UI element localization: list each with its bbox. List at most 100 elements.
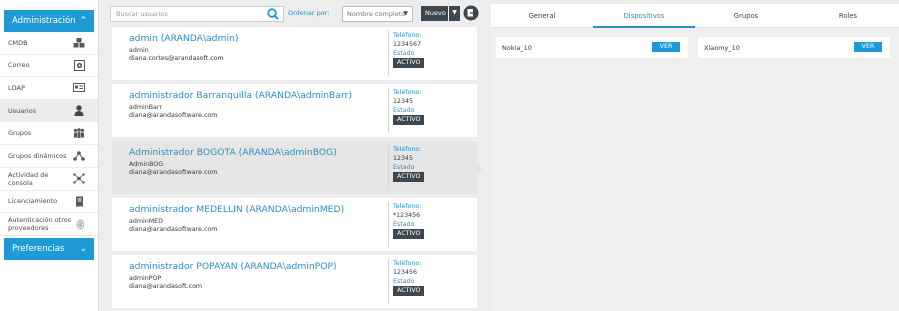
preferences-section-label: Preferencias	[12, 244, 65, 255]
user-card[interactable]: administrador Barranquilla (ARANDA\admin…	[112, 84, 477, 137]
sidebar-item-licenciamiento[interactable]: Licenciamiento	[0, 191, 98, 214]
user-icon	[73, 105, 85, 117]
sidebar-item-ldap[interactable]: LDAP	[0, 77, 98, 100]
chevron-down-icon: ⌄	[79, 243, 87, 254]
order-by-label: Ordenar por:	[288, 9, 330, 17]
user-email: diana@arandasoft.com	[129, 283, 203, 290]
status-badge: ACTIVO	[393, 58, 425, 68]
status-label: Estado	[393, 221, 415, 228]
divider	[388, 259, 389, 304]
device-name: Xiaomy_10	[704, 44, 740, 52]
admin-section-header[interactable]: Administración ⌃	[4, 10, 94, 32]
new-dropdown-toggle[interactable]: ▼	[449, 6, 460, 21]
phone-value: 123456	[393, 269, 418, 276]
view-device-button[interactable]: VER	[652, 42, 680, 52]
list-toolbar: Buscar usuarios Ordenar por: Nombre comp…	[110, 4, 490, 24]
sidebar-item-label: Grupos dinámicos	[8, 151, 67, 160]
phone-label: Teléfono:	[393, 260, 422, 267]
admin-section-label: Administración	[12, 16, 76, 26]
detail-tabs: General Dispositivos Grupos Roles	[491, 4, 899, 28]
ldap-card-icon	[73, 82, 85, 94]
user-list: admin (ARANDA\admin) admin diana.cortes@…	[112, 27, 477, 311]
cubes-icon	[73, 37, 85, 49]
sidebar-item-grupos-dinamicos[interactable]: Grupos dinámicos	[0, 145, 98, 168]
view-device-button[interactable]: VER	[854, 42, 882, 52]
device-card: Xiaomy_10 VER	[698, 37, 890, 58]
phone-value: *123456	[393, 212, 421, 219]
user-email: diana.cortes@arandasoft.com	[129, 55, 224, 62]
selection-pointer	[477, 164, 482, 174]
phone-value: 12345	[393, 98, 414, 105]
device-name: Nokia_10	[502, 44, 532, 52]
tab-general[interactable]: General	[491, 4, 593, 28]
group-icon	[73, 127, 85, 139]
tab-roles[interactable]: Roles	[797, 4, 899, 28]
new-button[interactable]: Nuevo	[421, 6, 448, 21]
user-login: adminMED	[129, 218, 163, 225]
tab-dispositivos[interactable]: Dispositivos	[593, 4, 695, 28]
user-name[interactable]: admin (ARANDA\admin)	[129, 33, 238, 44]
sidebar-item-autenticacion[interactable]: Autenticación otros proveedores	[0, 213, 98, 237]
console-activity-icon	[73, 173, 85, 185]
user-name[interactable]: administrador Barranquilla (ARANDA\admin…	[129, 90, 352, 101]
user-name[interactable]: administrador POPAYAN (ARANDA\adminPOP)	[129, 261, 337, 272]
sidebar-item-label: Licenciamiento	[8, 197, 58, 206]
export-icon[interactable]	[463, 5, 479, 21]
sidebar-item-usuarios[interactable]: Usuarios	[0, 99, 98, 123]
preferences-section-header[interactable]: Preferencias ⌄	[4, 238, 94, 261]
status-label: Estado	[393, 278, 415, 285]
status-label: Estado	[393, 164, 415, 171]
phone-label: Teléfono:	[393, 146, 422, 153]
divider	[388, 88, 389, 133]
user-email: diana@arandasoftware.com	[129, 226, 218, 233]
search-icon[interactable]	[267, 8, 281, 22]
sidebar: Administración ⌃ CMDB Correo LDAP Usuari…	[0, 0, 99, 311]
user-card[interactable]: administrador POPAYAN (ARANDA\adminPOP) …	[112, 255, 477, 308]
divider	[388, 31, 389, 76]
search-input[interactable]: Buscar usuarios	[110, 6, 284, 22]
caret-down-icon: ▼	[403, 10, 408, 17]
sidebar-item-label: Usuarios	[8, 106, 37, 115]
divider	[388, 145, 389, 190]
status-badge: ACTIVO	[393, 229, 425, 239]
tab-grupos[interactable]: Grupos	[695, 4, 797, 28]
status-badge: ACTIVO	[393, 286, 425, 296]
sidebar-item-label: Correo	[8, 61, 30, 70]
sidebar-item-label: Autenticación otros proveedores	[8, 216, 72, 233]
sidebar-item-label: CMDB	[8, 38, 28, 47]
user-card-selected[interactable]: Administrador BOGOTA (ARANDA\adminBOG) A…	[112, 141, 477, 194]
user-email: diana@arandasoftware.com	[129, 112, 218, 119]
sidebar-item-correo[interactable]: Correo	[0, 55, 98, 78]
user-login: admin	[129, 47, 149, 54]
phone-label: Teléfono:	[393, 32, 422, 39]
phone-label: Teléfono:	[393, 203, 422, 210]
phone-label: Teléfono:	[393, 89, 422, 96]
license-icon	[73, 195, 85, 207]
user-name[interactable]: Administrador BOGOTA (ARANDA\adminBOG)	[129, 147, 337, 158]
phone-value: 12345	[393, 155, 414, 162]
order-by-select[interactable]: Nombre completo ▼	[342, 6, 413, 22]
sidebar-item-actividad-consola[interactable]: Actividad de consola	[0, 168, 98, 191]
user-name[interactable]: administrador MEDELLIN (ARANDA\adminMED)	[129, 204, 344, 215]
user-login: adminBarr	[129, 104, 162, 111]
divider	[388, 202, 389, 247]
user-login: adminPOP	[129, 275, 162, 282]
order-by-value: Nombre completo	[347, 10, 406, 18]
sidebar-item-label: LDAP	[8, 83, 25, 92]
user-login: AdminBOG	[129, 161, 164, 168]
chevron-up-icon: ⌃	[79, 15, 87, 26]
device-card: Nokia_10 VER	[496, 37, 688, 58]
status-badge: ACTIVO	[393, 115, 425, 125]
sidebar-item-grupos[interactable]: Grupos	[0, 122, 98, 145]
user-card[interactable]: administrador MEDELLIN (ARANDA\adminMED)…	[112, 198, 477, 251]
fingerprint-icon	[76, 218, 85, 230]
status-badge: ACTIVO	[393, 172, 425, 182]
mail-settings-icon	[73, 59, 85, 71]
sidebar-item-label: Grupos	[8, 129, 32, 138]
user-card[interactable]: admin (ARANDA\admin) admin diana.cortes@…	[112, 27, 477, 80]
user-email: diana@arandasoftware.com	[129, 169, 218, 176]
dynamic-groups-icon	[73, 150, 85, 162]
phone-value: 1234567	[393, 41, 422, 48]
sidebar-item-cmdb[interactable]: CMDB	[0, 32, 98, 55]
sidebar-item-label: Actividad de consola	[8, 170, 49, 187]
